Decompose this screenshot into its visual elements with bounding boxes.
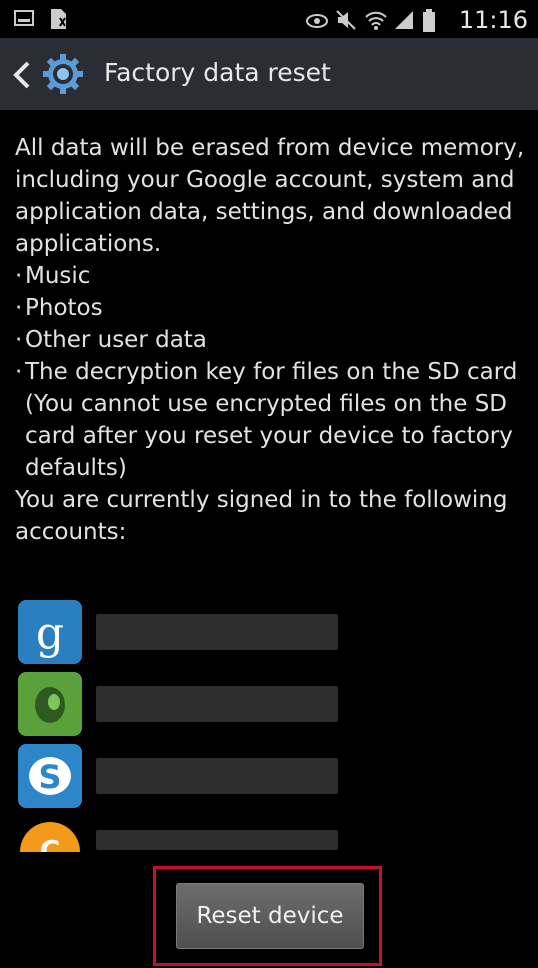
encryption-note: (You cannot use encrypted files on the S… bbox=[25, 391, 513, 481]
skype-account-icon: S bbox=[18, 744, 82, 808]
reset-description: All data will be erased from device memo… bbox=[15, 132, 525, 548]
mute-icon bbox=[335, 9, 356, 31]
svg-text:C: C bbox=[40, 834, 61, 852]
gallery-icon bbox=[14, 8, 34, 30]
account-row: S bbox=[14, 744, 344, 810]
list-item: · Other user data bbox=[15, 327, 207, 353]
battery-icon bbox=[422, 9, 442, 32]
account-row bbox=[14, 672, 344, 738]
list-item: · Photos bbox=[15, 295, 103, 321]
account-name-redacted bbox=[96, 686, 338, 722]
google-account-icon: g bbox=[18, 600, 82, 664]
account-name-redacted bbox=[96, 758, 338, 794]
wifi-icon bbox=[364, 9, 387, 31]
sim-icon bbox=[48, 8, 68, 30]
evernote-account-icon bbox=[18, 672, 82, 736]
eye-icon bbox=[305, 9, 328, 31]
orange-c-account-icon: C bbox=[18, 818, 82, 852]
page-title: Factory data reset bbox=[104, 58, 331, 87]
status-bar: 11:16 bbox=[0, 0, 538, 38]
signal-icon bbox=[393, 9, 413, 31]
account-name-redacted bbox=[96, 830, 338, 850]
account-name-redacted bbox=[96, 614, 338, 650]
account-row: C bbox=[14, 818, 344, 852]
settings-gear-icon bbox=[42, 53, 84, 95]
action-bar: Factory data reset bbox=[0, 38, 538, 110]
svg-text:S: S bbox=[38, 758, 61, 796]
reset-device-button[interactable]: Reset device bbox=[176, 883, 364, 949]
status-time: 11:16 bbox=[458, 6, 528, 34]
list-item: · The decryption key for files on the SD … bbox=[15, 359, 518, 385]
back-arrow-icon[interactable] bbox=[10, 60, 32, 90]
intro-text: All data will be erased from device memo… bbox=[15, 135, 525, 257]
accounts-heading: You are currently signed in to the follo… bbox=[15, 487, 508, 545]
list-item: · Music bbox=[15, 263, 91, 289]
svg-text:g: g bbox=[36, 608, 64, 659]
account-row: g bbox=[14, 600, 344, 666]
